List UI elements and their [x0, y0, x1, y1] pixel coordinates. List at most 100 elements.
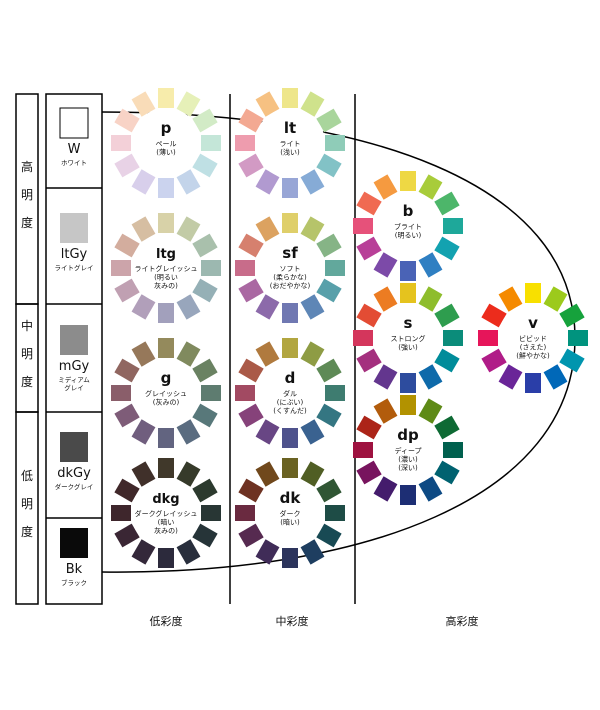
color-swatch-dp-1	[400, 395, 416, 415]
achromatic-name-dkGy: ダークグレイ	[55, 482, 94, 491]
color-swatch-s-7	[400, 373, 416, 393]
achromatic-code-Bk: Bk	[66, 562, 83, 577]
color-swatch-d-4	[325, 385, 345, 401]
color-swatch-s-4	[443, 330, 463, 346]
color-swatch-b-7	[400, 261, 416, 281]
tone-wheel-ltg: ltgライトグレイッシュ(明るい灰みの)	[111, 213, 221, 323]
tone-name-dk: ダーク(暗い)	[280, 509, 301, 527]
achromatic-name-ltGy: ライトグレイ	[55, 263, 94, 272]
tone-name-lt: ライト(浅い)	[280, 140, 301, 157]
color-swatch-b-10	[353, 218, 373, 234]
color-swatch-g-10	[111, 385, 131, 401]
tone-code-p: p	[161, 119, 172, 137]
tone-wheel-d: dダル(にぶい) (くすんだ)	[235, 338, 345, 448]
chroma-label-low: 低彩度	[150, 614, 183, 628]
color-swatch-sf-7	[282, 303, 298, 323]
tone-wheel-dp: dp ディープ(濃い) (深い)	[353, 395, 463, 505]
color-swatch-b-1	[400, 171, 416, 191]
chroma-label-mid: 中彩度	[276, 614, 309, 628]
color-swatch-lt-10	[235, 135, 255, 151]
color-swatch-p-4	[201, 135, 221, 151]
tone-code-v: v	[528, 314, 538, 332]
tone-code-ltg: ltg	[156, 247, 176, 262]
color-swatch-dk-1	[282, 458, 298, 478]
lightness-label-low: 低明度	[21, 469, 33, 539]
tone-wheel-lt: lt ライト(浅い)	[235, 88, 345, 198]
color-swatch-dp-10	[353, 442, 373, 458]
tone-code-lt: lt	[284, 119, 296, 137]
color-swatch-dkg-7	[158, 548, 174, 568]
color-swatch-g-1	[158, 338, 174, 358]
color-swatch-ltg-4	[201, 260, 221, 276]
tone-name-b: ブライト(明るい)	[394, 222, 422, 240]
color-swatch-v-7	[525, 373, 541, 393]
color-swatch-dk-10	[235, 505, 255, 521]
lightness-label-mid: 中明度	[21, 318, 33, 389]
tone-diagram: p ペール(薄い) lt ライト(浅い) b ブライト(明るい) ltgライトグレイッシュ(…	[15, 88, 588, 628]
achromatic-name-W: ホワイト	[61, 159, 87, 167]
color-swatch-ltg-1	[158, 213, 174, 233]
tone-wheel-b: b ブライト(明るい)	[353, 171, 463, 281]
tone-wheel-v: v ビビッド(さえた) (鮮やかな)	[478, 283, 588, 393]
tone-code-dkg: dkg	[152, 492, 179, 507]
achromatic-name-mGy: ミディアムグレイ	[58, 375, 90, 392]
color-swatch-v-1	[525, 283, 541, 303]
tone-wheel-dkg: dkgダークグレイッシュ(暗い灰みの)	[111, 458, 221, 568]
tone-code-b: b	[403, 202, 414, 220]
color-swatch-d-10	[235, 385, 255, 401]
achromatic-code-dkGy: dkGy	[57, 466, 91, 481]
color-swatch-g-4	[201, 385, 221, 401]
color-swatch-p-7	[158, 178, 174, 198]
color-swatch-dk-7	[282, 548, 298, 568]
tone-name-p: ペール(薄い)	[156, 140, 177, 157]
achromatic-name-Bk: ブラック	[61, 578, 87, 587]
chroma-label-high: 高彩度	[446, 614, 479, 628]
tone-code-dp: dp	[397, 426, 419, 444]
color-swatch-ltg-7	[158, 303, 174, 323]
tone-wheels: p ペール(薄い) lt ライト(浅い) b ブライト(明るい) ltgライトグレイッシュ(…	[111, 88, 588, 568]
tone-wheel-g: gグレイッシュ(灰みの)	[111, 338, 221, 448]
color-swatch-s-1	[400, 283, 416, 303]
tone-code-s: s	[404, 314, 413, 332]
tone-code-dk: dk	[280, 489, 302, 507]
achromatic-code-ltGy: ltGy	[61, 247, 88, 262]
tone-code-d: d	[285, 369, 296, 387]
achromatic-code-W: W	[68, 142, 81, 157]
tone-wheel-p: p ペール(薄い)	[111, 88, 221, 198]
color-swatch-p-1	[158, 88, 174, 108]
color-swatch-dkg-1	[158, 458, 174, 478]
lightness-label-high: 高明度	[21, 159, 33, 230]
color-swatch-dp-7	[400, 485, 416, 505]
color-swatch-b-4	[443, 218, 463, 234]
color-swatch-sf-4	[325, 260, 345, 276]
achromatic-swatch-W	[59, 107, 89, 139]
color-swatch-dkg-10	[111, 505, 131, 521]
tone-name-dp: ディープ(濃い) (深い)	[394, 446, 421, 472]
color-swatch-v-10	[478, 330, 498, 346]
achromatic-swatch-Bk	[60, 528, 88, 558]
achromatic-code-mGy: mGy	[59, 359, 90, 374]
tone-wheel-s: sストロング(強い)	[353, 283, 463, 393]
color-swatch-lt-4	[325, 135, 345, 151]
color-swatch-p-10	[111, 135, 131, 151]
color-swatch-lt-1	[282, 88, 298, 108]
color-swatch-d-1	[282, 338, 298, 358]
color-swatch-dp-4	[443, 442, 463, 458]
color-swatch-ltg-10	[111, 260, 131, 276]
color-swatch-lt-7	[282, 178, 298, 198]
color-swatch-d-7	[282, 428, 298, 448]
color-swatch-sf-10	[235, 260, 255, 276]
color-swatch-sf-1	[282, 213, 298, 233]
color-swatch-g-7	[158, 428, 174, 448]
color-swatch-s-10	[353, 330, 373, 346]
color-swatch-dkg-4	[201, 505, 221, 521]
achromatic-swatch-mGy	[60, 325, 88, 355]
achromatic-swatch-ltGy	[60, 213, 88, 243]
achromatic-swatch-dkGy	[60, 432, 88, 462]
tone-name-v: ビビッド(さえた) (鮮やかな)	[516, 334, 550, 360]
color-swatch-v-4	[568, 330, 588, 346]
tone-code-g: g	[161, 369, 172, 387]
color-swatch-dk-4	[325, 505, 345, 521]
tone-code-sf: sf	[282, 244, 298, 262]
tone-wheel-sf: sfソフト(柔らかな) (おだやかな)	[235, 213, 345, 323]
